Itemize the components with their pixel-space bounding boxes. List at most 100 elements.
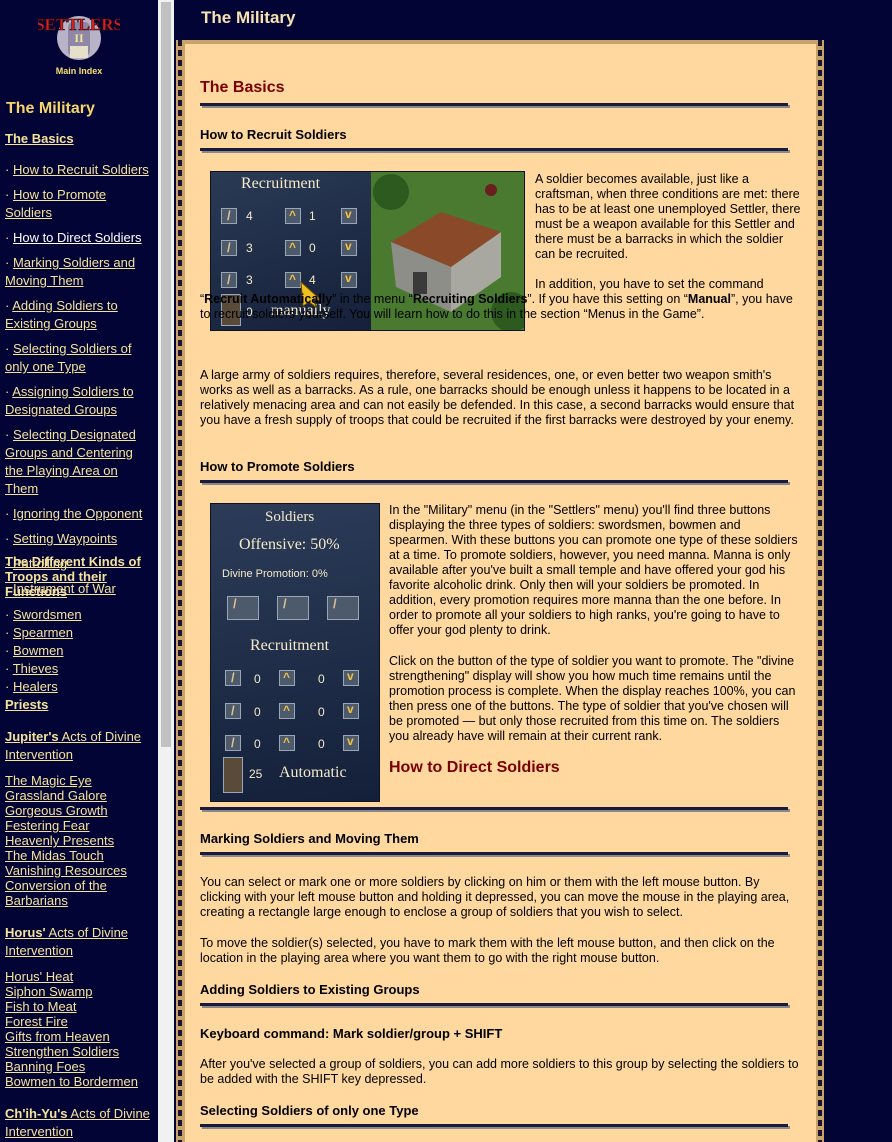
heading-selecting: Selecting Soldiers of only one Type	[200, 1103, 419, 1118]
promote-paragraph-2: Click on the button of the type of soldi…	[389, 654, 796, 743]
decrease-button[interactable]	[343, 702, 359, 719]
sidebar: SETTLERS II Main Index The Military The …	[0, 0, 158, 1142]
sidebar-item-forest-fire[interactable]: Forest Fire	[5, 1014, 153, 1029]
recruit-paragraph-1: A soldier becomes available, just like a…	[535, 172, 801, 261]
sidebar-item-midas[interactable]: The Midas Touch	[5, 848, 153, 863]
settler-count: 25	[249, 767, 263, 781]
sidebar-item-grassland[interactable]: Grassland Galore	[5, 788, 153, 803]
sidebar-item-adding[interactable]: Adding Soldiers to Existing Groups	[5, 298, 118, 331]
sidebar-link-kinds[interactable]: The Different Kinds of Troops and their …	[5, 554, 153, 599]
divider	[200, 103, 788, 106]
decrease-button[interactable]	[341, 239, 357, 256]
increase-button[interactable]	[279, 735, 295, 751]
sidebar-item-fish[interactable]: Fish to Meat	[5, 999, 153, 1014]
increase-button[interactable]	[285, 208, 301, 224]
sidebar-item-healers[interactable]: Healers	[13, 679, 58, 694]
sidebar-item: · Selecting Soldiers of only one Type	[5, 341, 132, 374]
decrease-button[interactable]	[343, 734, 359, 751]
recruit-count: 0	[318, 672, 325, 686]
sidebar-item-marking[interactable]: Marking Soldiers and Moving Them	[5, 255, 135, 288]
increase-button[interactable]	[285, 240, 301, 256]
increase-button[interactable]	[279, 670, 295, 686]
sidebar-item-spearmen[interactable]: Spearmen	[13, 625, 73, 640]
sidebar-item: · How to Recruit Soldiers	[5, 162, 149, 177]
divider	[200, 148, 788, 151]
sidebar-link-priests[interactable]: Priests	[5, 697, 153, 712]
sidebar-item-gifts[interactable]: Gifts from Heaven	[5, 1029, 153, 1044]
sidebar-list-kinds: · Swordsmen · Spearmen · Bowmen · Thieve…	[5, 606, 153, 696]
sidebar-list-basics: · How to Recruit Soldiers · How to Promo…	[5, 161, 153, 605]
sidebar-item-direct[interactable]: How to Direct Soldiers	[13, 230, 142, 245]
heading-adding: Adding Soldiers to Existing Groups	[200, 982, 420, 997]
sidebar-item: · Swordsmen	[5, 607, 82, 622]
scrollbar-thumb[interactable]	[161, 2, 171, 747]
sidebar-item-assigning[interactable]: Assigning Soldiers to Designated Groups	[5, 384, 134, 417]
sidebar-item-conversion[interactable]: Conversion of the Barbarians	[5, 878, 153, 908]
bowman-promote-button[interactable]	[277, 596, 309, 620]
heading-direct: How to Direct Soldiers	[389, 759, 560, 776]
text-bold: Recruiting Soldiers	[412, 292, 528, 306]
sidebar-item: · Setting Waypoints	[5, 531, 118, 546]
sidebar-item-selecting[interactable]: Selecting Soldiers of only one Type	[5, 341, 131, 374]
bow-icon	[221, 240, 237, 256]
sidebar-item: · Marking Soldiers and Moving Them	[5, 255, 136, 288]
sidebar-item: · Adding Soldiers to Existing Groups	[5, 298, 118, 331]
increase-button[interactable]	[279, 703, 295, 719]
sidebar-chihyu-heading[interactable]: Ch'ih-Yu's Acts of Divine Intervention	[5, 1105, 153, 1141]
sidebar-item: · Thieves	[5, 661, 59, 676]
jupiter-bold[interactable]: Jupiter's	[5, 729, 59, 744]
divider	[200, 1124, 788, 1127]
sidebar-item-heavenly[interactable]: Heavenly Presents	[5, 833, 153, 848]
sidebar-item-festering[interactable]: Festering Fear	[5, 818, 153, 833]
sidebar-horus-heading[interactable]: Horus' Acts of Divine Intervention	[5, 924, 153, 960]
divider	[200, 1003, 788, 1006]
recruit-count: 0	[254, 737, 261, 751]
sidebar-item-banning[interactable]: Banning Foes	[5, 1059, 153, 1074]
swordsman-promote-button[interactable]	[227, 596, 259, 620]
sidebar-link-basics[interactable]: The Basics	[5, 131, 153, 146]
sidebar-item-vanishing[interactable]: Vanishing Resources	[5, 863, 153, 878]
sidebar-item-bowmen[interactable]: Bowmen	[13, 643, 64, 658]
sidebar-item-thieves[interactable]: Thieves	[13, 661, 59, 676]
recruit-count: 0	[254, 705, 261, 719]
recruit-count: 0	[318, 737, 325, 751]
sidebar-item-magic-eye[interactable]: The Magic Eye	[5, 773, 153, 788]
heading-promote: How to Promote Soldiers	[200, 459, 355, 474]
sidebar-list-jupiter: The Magic Eye Grassland Galore Gorgeous …	[5, 773, 153, 908]
sidebar-item-siphon[interactable]: Siphon Swamp	[5, 984, 153, 999]
sidebar-item-horus-heat[interactable]: Horus' Heat	[5, 969, 153, 984]
sidebar-item-ignoring[interactable]: Ignoring the Opponent	[13, 506, 142, 521]
sidebar-item-swordsmen[interactable]: Swordsmen	[13, 607, 82, 622]
divider	[200, 807, 788, 810]
offensive-label: Offensive: 50%	[239, 536, 340, 553]
sidebar-list-horus: Horus' Heat Siphon Swamp Fish to Meat Fo…	[5, 969, 153, 1089]
recruit-count: 3	[246, 241, 253, 255]
heading-recruit: How to Recruit Soldiers	[200, 127, 347, 142]
decrease-button[interactable]	[343, 669, 359, 686]
sidebar-item-strengthen[interactable]: Strengthen Soldiers	[5, 1044, 153, 1059]
spearman-promote-button[interactable]	[327, 596, 359, 620]
sidebar-item: · Selecting Designated Groups and Center…	[5, 427, 136, 496]
sidebar-scrollbar[interactable]	[158, 0, 174, 1142]
main-index-link[interactable]: SETTLERS II Main Index	[0, 0, 158, 84]
sidebar-item: · How to Promote Soldiers	[5, 187, 107, 220]
sidebar-item-gorgeous[interactable]: Gorgeous Growth	[5, 803, 153, 818]
spear-icon	[225, 735, 241, 751]
sidebar-item-centering[interactable]: Selecting Designated Groups and Centerin…	[5, 427, 136, 496]
recruitment-subtitle: Recruitment	[250, 637, 330, 654]
adding-paragraph-1: After you've selected a group of soldier…	[200, 1057, 799, 1086]
horus-bold[interactable]: Horus'	[5, 925, 46, 940]
sidebar-item-waypoints[interactable]: Setting Waypoints	[13, 531, 117, 546]
sidebar-item-bowmen-border[interactable]: Bowmen to Bordermen	[5, 1074, 153, 1089]
bow-icon	[225, 703, 241, 719]
frame-border-left	[178, 40, 182, 1142]
sidebar-item-recruit[interactable]: How to Recruit Soldiers	[13, 162, 149, 177]
chihyu-bold[interactable]: Ch'ih-Yu's	[5, 1106, 68, 1121]
decrease-button[interactable]	[341, 207, 357, 224]
sidebar-item: · Ignoring the Opponent	[5, 506, 143, 521]
divine-label: Divine Promotion: 0%	[222, 568, 328, 580]
sidebar-item-promote[interactable]: How to Promote Soldiers	[5, 187, 106, 220]
sidebar-jupiter-heading[interactable]: Jupiter's Acts of Divine Intervention	[5, 728, 153, 764]
text-bold: Manual	[687, 292, 731, 306]
main-content: The Basics How to Recruit Soldiers Recru…	[185, 44, 816, 1142]
